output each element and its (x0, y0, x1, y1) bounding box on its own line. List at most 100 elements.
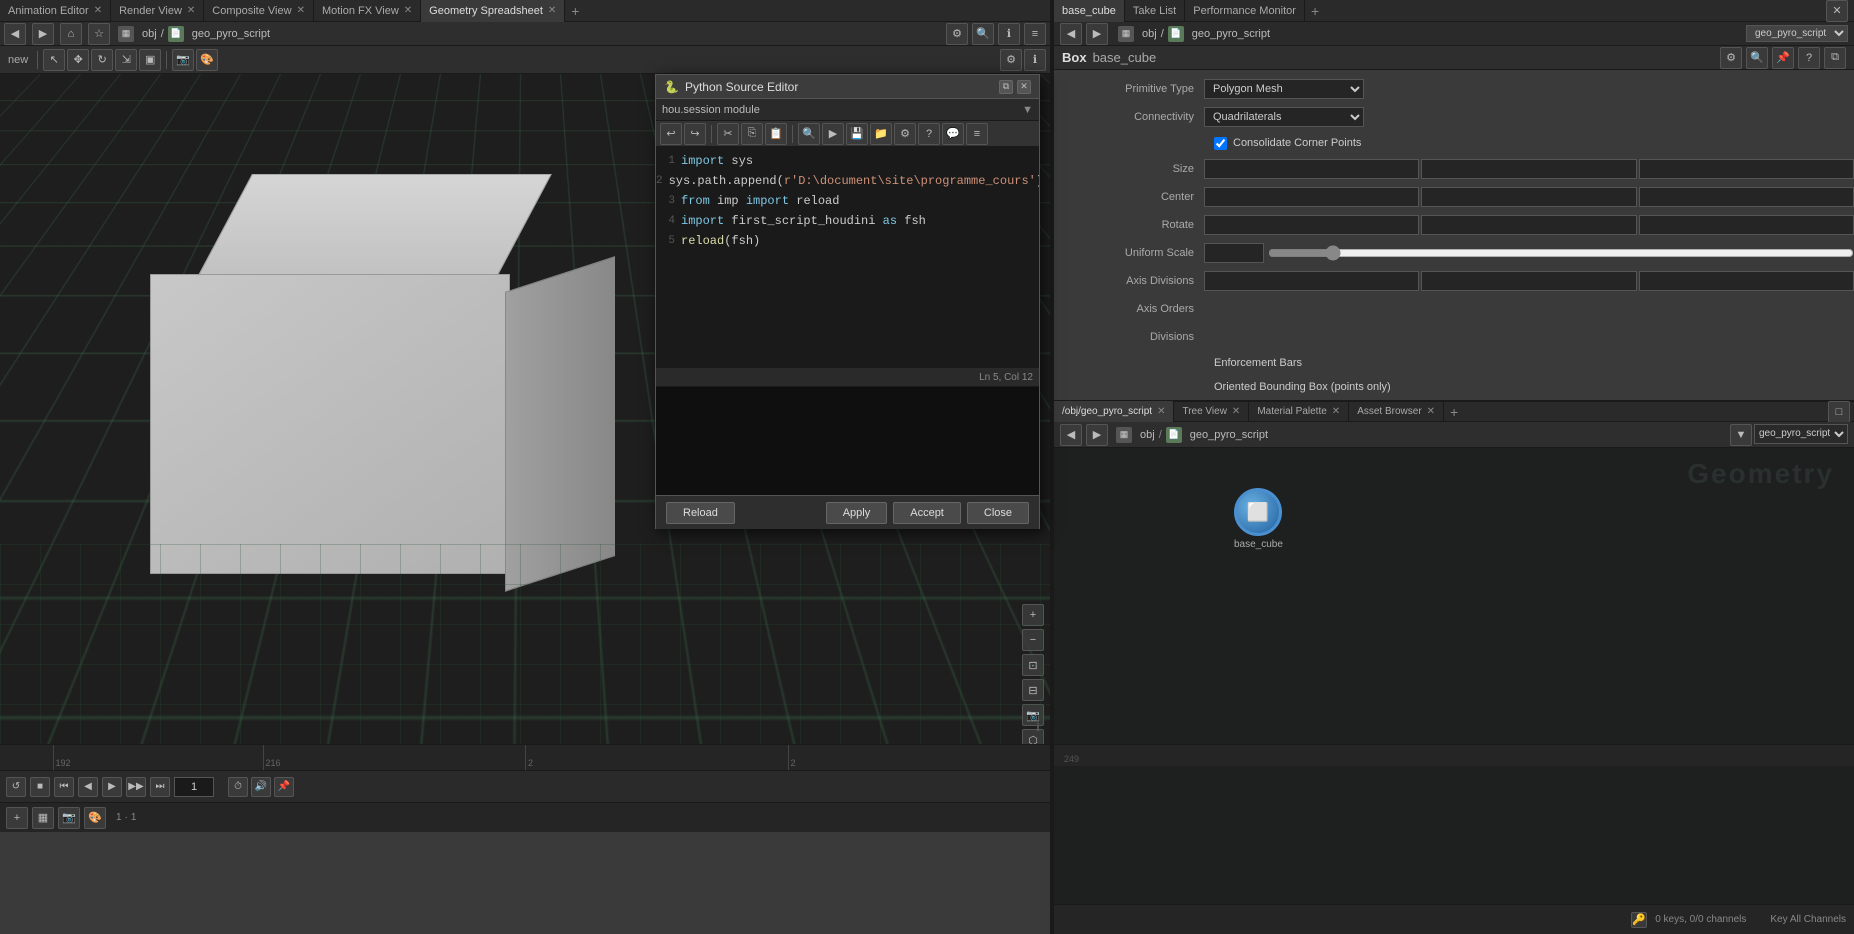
settings-button[interactable]: ≡ (1024, 23, 1046, 45)
scale-tool-button[interactable]: ⇲ (115, 49, 137, 71)
uniform-scale-slider[interactable] (1268, 246, 1854, 260)
cut-button[interactable]: ✂ (717, 123, 739, 145)
tools-button[interactable]: ⚙ (946, 23, 968, 45)
props-pin-icon[interactable]: 📌 (1772, 47, 1794, 69)
copy-button[interactable]: ⎘ (741, 123, 763, 145)
tab-tree-close-icon[interactable]: ✕ (1232, 406, 1240, 417)
axis-div-y-input[interactable]: 2 (1421, 271, 1636, 291)
snap-button[interactable]: 📌 (274, 777, 294, 797)
props-panel-icon[interactable]: ⧉ (1824, 47, 1846, 69)
select-tool-button[interactable]: ↖ (43, 49, 65, 71)
nav-forward-button[interactable]: ▶ (32, 23, 54, 45)
render-button[interactable]: 🎨 (196, 49, 218, 71)
props-settings-icon[interactable]: ⚙ (1720, 47, 1742, 69)
run-button[interactable]: ▶ (822, 123, 844, 145)
code-editor[interactable]: 1 import sys 2 sys.path.append(r'D:\docu… (656, 147, 1039, 367)
status-grid-button[interactable]: ▦ (32, 807, 54, 829)
accept-button[interactable]: Accept (893, 502, 961, 524)
center-z-input[interactable]: 0 (1639, 187, 1854, 207)
rotate-y-input[interactable]: 0 (1421, 215, 1636, 235)
rotate-x-input[interactable]: 0 (1204, 215, 1419, 235)
realtime-button[interactable]: ⏱ (228, 777, 248, 797)
tab-base-cube[interactable]: base_cube (1054, 0, 1125, 22)
info-overlay-button[interactable]: ℹ (1024, 49, 1046, 71)
tab-render-view[interactable]: Render View ✕ (111, 0, 204, 22)
tab-motion-fx[interactable]: Motion FX View ✕ (314, 0, 421, 22)
timeline-ruler[interactable]: 192 216 2 2 (0, 745, 1050, 770)
transport-end-button[interactable]: ⏭ (150, 777, 170, 797)
tab-node-path[interactable]: /obj/geo_pyro_script ✕ (1054, 401, 1174, 423)
handle-tool-button[interactable]: ▣ (139, 49, 161, 71)
node-path-dropdown[interactable]: geo_pyro_script (1754, 424, 1848, 444)
tab-add-button[interactable]: + (565, 3, 585, 19)
props-forward-button[interactable]: ▶ (1086, 23, 1108, 45)
tab-close-icon[interactable]: ✕ (94, 5, 102, 16)
tab-close-icon[interactable]: ✕ (404, 5, 412, 16)
reload-button[interactable]: Reload (666, 502, 735, 524)
comment-btn[interactable]: 💬 (942, 123, 964, 145)
node-dropdown-btn[interactable]: ▼ (1730, 424, 1752, 446)
transform-tool-button[interactable]: ✥ (67, 49, 89, 71)
node-forward-button[interactable]: ▶ (1086, 424, 1108, 446)
uniform-scale-input[interactable]: 1 (1204, 243, 1264, 263)
tab-material-palette[interactable]: Material Palette ✕ (1249, 401, 1349, 423)
props-help-icon[interactable]: ? (1798, 47, 1820, 69)
transport-back-button[interactable]: ◀ (78, 777, 98, 797)
node-canvas[interactable]: Geometry ⬜ base_cube (1054, 448, 1854, 904)
connectivity-dropdown[interactable]: Quadrilaterals (1204, 107, 1364, 127)
size-x-input[interactable]: 10 (1204, 159, 1419, 179)
redo-button[interactable]: ↪ (684, 123, 706, 145)
settings-btn[interactable]: ⚙ (894, 123, 916, 145)
size-y-input[interactable]: 10 (1421, 159, 1636, 179)
dialog-close-button[interactable]: ✕ (1017, 80, 1031, 94)
extra-btn[interactable]: ≡ (966, 123, 988, 145)
tab-close-icon[interactable]: ✕ (548, 5, 556, 16)
transport-loop-button[interactable]: ↺ (6, 777, 26, 797)
axis-div-x-input[interactable]: 2 (1204, 271, 1419, 291)
panel-close-button[interactable]: ✕ (1826, 0, 1848, 22)
nav-home-button[interactable]: ⌂ (60, 23, 82, 45)
tab-composite-view[interactable]: Composite View ✕ (204, 0, 314, 22)
transport-fwd-button[interactable]: ▶▶ (126, 777, 146, 797)
axis-div-z-input[interactable]: 2 (1639, 271, 1854, 291)
status-render-button[interactable]: 🎨 (84, 807, 106, 829)
props-back-button[interactable]: ◀ (1060, 23, 1082, 45)
tab-close-icon[interactable]: ✕ (297, 5, 305, 16)
find-button[interactable]: 🔍 (798, 123, 820, 145)
consolidate-checkbox[interactable] (1214, 137, 1227, 150)
node-tab-add-button[interactable]: + (1444, 404, 1464, 420)
frame-number-input[interactable] (174, 777, 214, 797)
camera-button[interactable]: 📷 (172, 49, 194, 71)
audio-button[interactable]: 🔊 (251, 777, 271, 797)
apply-button[interactable]: Apply (826, 502, 888, 524)
rotate-z-input[interactable]: 0 (1639, 215, 1854, 235)
props-zoom-icon[interactable]: 🔍 (1746, 47, 1768, 69)
node-panel-maximize[interactable]: □ (1828, 401, 1850, 423)
status-add-button[interactable]: + (6, 807, 28, 829)
rotate-tool-button[interactable]: ↻ (91, 49, 113, 71)
undo-button[interactable]: ↩ (660, 123, 682, 145)
transport-rewind-button[interactable]: ⏮ (54, 777, 74, 797)
load-button[interactable]: 📁 (870, 123, 892, 145)
nav-back-button[interactable]: ◀ (4, 23, 26, 45)
center-y-input[interactable]: 0 (1421, 187, 1636, 207)
bookmarks-button[interactable]: ☆ (88, 23, 110, 45)
props-path-dropdown[interactable]: geo_pyro_script (1746, 25, 1848, 42)
tab-tree-view[interactable]: Tree View ✕ (1174, 401, 1249, 423)
transport-play-button[interactable]: ▶ (102, 777, 122, 797)
tab-close-icon[interactable]: ✕ (187, 5, 195, 16)
display-settings-button[interactable]: ⚙ (1000, 49, 1022, 71)
size-z-input[interactable]: 10 (1639, 159, 1854, 179)
center-x-input[interactable]: 0 (1204, 187, 1419, 207)
close-dialog-button[interactable]: Close (967, 502, 1029, 524)
paste-button[interactable]: 📋 (765, 123, 787, 145)
tab-performance-monitor[interactable]: Performance Monitor (1185, 0, 1305, 22)
transport-stop-button[interactable]: ■ (30, 777, 50, 797)
dialog-pip-button[interactable]: ⧉ (999, 80, 1013, 94)
primitive-type-dropdown[interactable]: Polygon Mesh (1204, 79, 1364, 99)
node-back-button[interactable]: ◀ (1060, 424, 1082, 446)
tab-take-list[interactable]: Take List (1125, 0, 1185, 22)
info-button[interactable]: ℹ (998, 23, 1020, 45)
status-camera-button[interactable]: 📷 (58, 807, 80, 829)
help-btn[interactable]: ? (918, 123, 940, 145)
